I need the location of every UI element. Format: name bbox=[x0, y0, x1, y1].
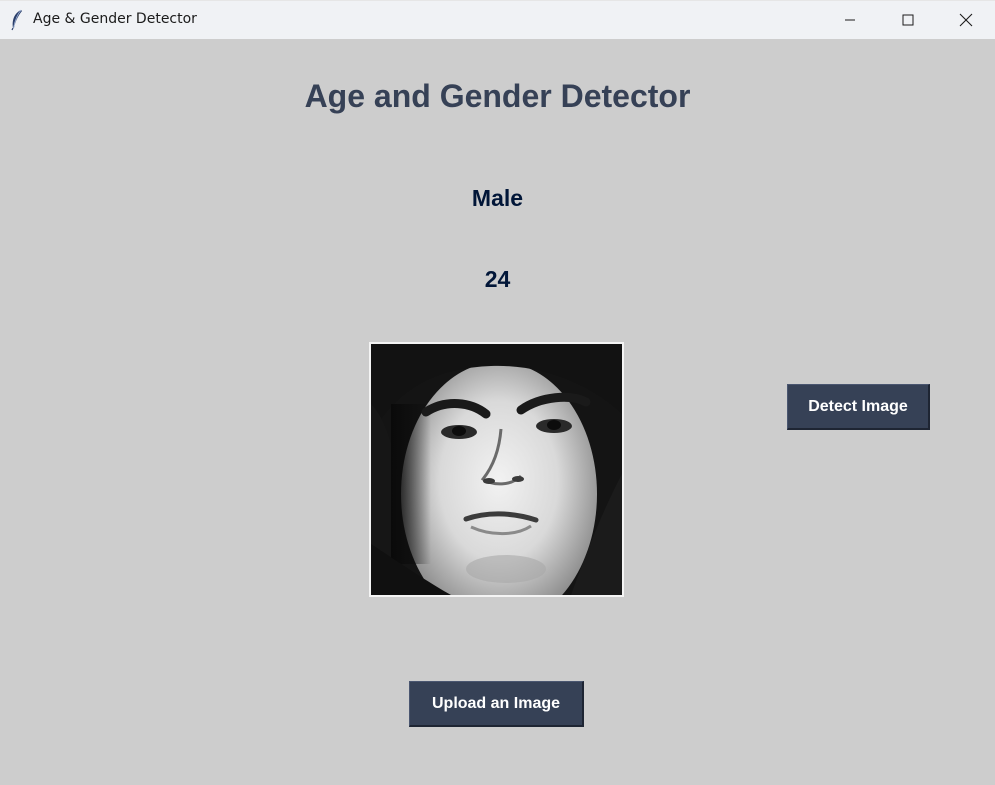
face-photo bbox=[371, 344, 622, 595]
uploaded-face-image bbox=[369, 342, 624, 597]
page-title: Age and Gender Detector bbox=[304, 78, 691, 114]
close-icon bbox=[959, 13, 973, 27]
detect-image-button[interactable]: Detect Image bbox=[787, 384, 930, 430]
minimize-button[interactable] bbox=[821, 1, 879, 39]
window-title: Age & Gender Detector bbox=[33, 11, 197, 27]
feather-icon bbox=[11, 9, 22, 31]
age-result-label: 24 bbox=[484, 266, 511, 292]
maximize-button[interactable] bbox=[879, 1, 937, 39]
maximize-icon bbox=[902, 14, 914, 26]
app-window: Age & Gender Detector Age and Gender Det… bbox=[0, 0, 995, 785]
gender-result-label: Male bbox=[471, 185, 524, 211]
minimize-icon bbox=[845, 19, 855, 21]
upload-image-button[interactable]: Upload an Image bbox=[409, 681, 584, 727]
title-bar[interactable]: Age & Gender Detector bbox=[0, 0, 995, 39]
close-button[interactable] bbox=[937, 1, 995, 39]
